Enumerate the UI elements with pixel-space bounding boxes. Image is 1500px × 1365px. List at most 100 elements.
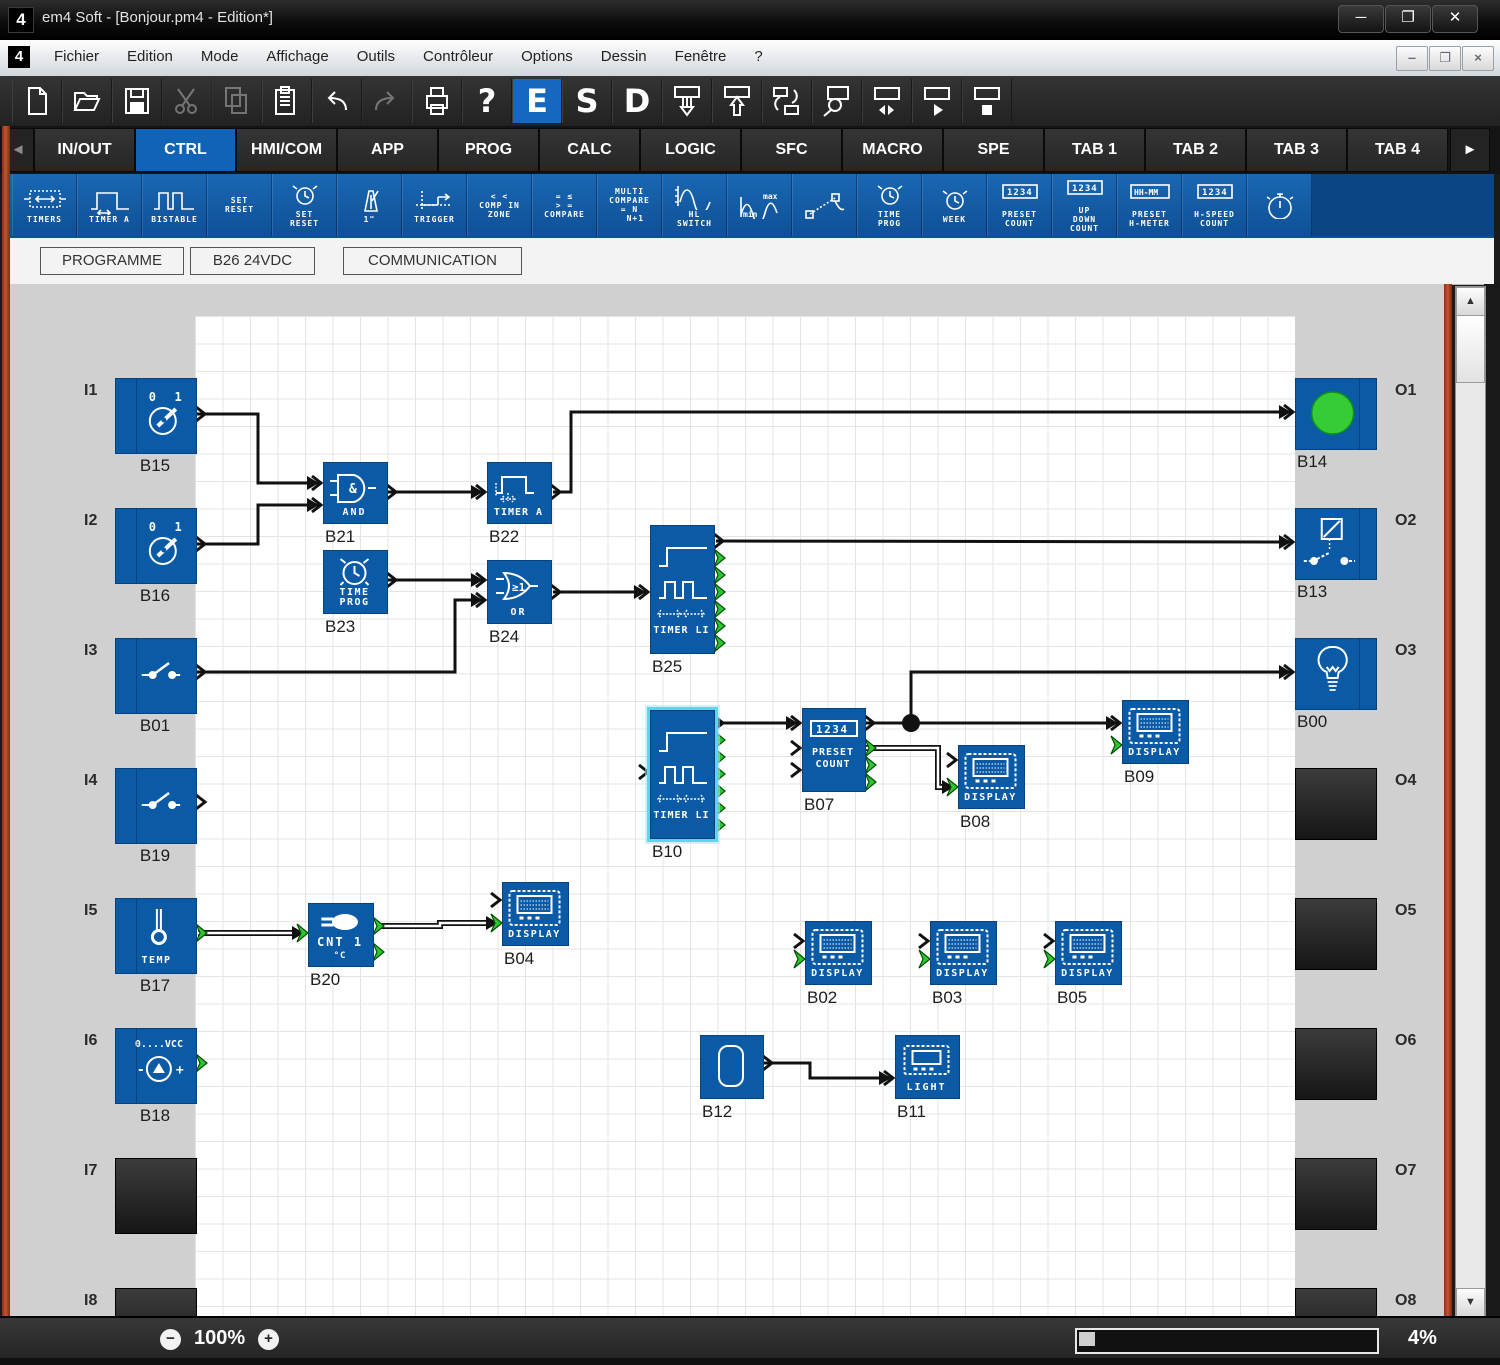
- palette-set-reset-timed[interactable]: SET RESET: [272, 174, 337, 236]
- mode-diagnostic-button[interactable]: D: [612, 79, 662, 123]
- tab-tab4[interactable]: TAB 4: [1347, 128, 1448, 172]
- tab-prog[interactable]: PROG: [438, 128, 539, 172]
- upload-from-controller-button[interactable]: [712, 79, 762, 123]
- block-b05[interactable]: DISPLAY: [1055, 921, 1122, 985]
- block-b13[interactable]: [1295, 508, 1377, 580]
- scroll-down-button[interactable]: ▼: [1456, 1288, 1485, 1317]
- mode-edition-button[interactable]: E: [512, 79, 562, 123]
- block-b25[interactable]: TIMER LI: [650, 525, 715, 654]
- block-b04[interactable]: DISPLAY: [502, 882, 569, 946]
- tab-tab3[interactable]: TAB 3: [1246, 128, 1347, 172]
- block-b20[interactable]: CNT 1 °C: [308, 903, 374, 967]
- new-file-button[interactable]: [12, 79, 62, 123]
- scroll-up-button[interactable]: ▲: [1456, 287, 1485, 316]
- subtab-b2624vdc[interactable]: B26 24VDC: [190, 247, 315, 275]
- paste-button[interactable]: [262, 79, 312, 123]
- palette-compare[interactable]: = ≤ > = COMPARE: [532, 174, 597, 236]
- monitoring-button[interactable]: [812, 79, 862, 123]
- tab-tab2[interactable]: TAB 2: [1145, 128, 1246, 172]
- menu-?[interactable]: ?: [740, 40, 776, 74]
- palette-comp-in-zone[interactable]: < < COMP IN ZONE: [467, 174, 532, 236]
- palette-h-speed-count[interactable]: 1234H-SPEED COUNT: [1182, 174, 1247, 236]
- menu-contrleur[interactable]: Contrôleur: [409, 40, 507, 74]
- tab-logic[interactable]: LOGIC: [640, 128, 741, 172]
- simulation-stop-button[interactable]: [962, 79, 1012, 123]
- tab-app[interactable]: APP: [337, 128, 438, 172]
- palette-hl-switch[interactable]: HL SWITCH: [662, 174, 727, 236]
- maximize-button[interactable]: ❐: [1385, 5, 1431, 33]
- tab-sfc[interactable]: SFC: [741, 128, 842, 172]
- block-b03[interactable]: DISPLAY: [930, 921, 997, 985]
- block-b11[interactable]: LIGHT: [895, 1035, 960, 1099]
- subtab-communication[interactable]: COMMUNICATION: [343, 247, 522, 275]
- block-b23[interactable]: TIME PROG: [323, 550, 388, 614]
- mdi-minimize-button[interactable]: ‒: [1396, 46, 1428, 71]
- undo-button[interactable]: [312, 79, 362, 123]
- zoom-out-button[interactable]: −: [160, 1329, 181, 1350]
- block-b17[interactable]: TEMP: [115, 898, 197, 974]
- menu-fentre[interactable]: Fenêtre: [661, 40, 741, 74]
- menu-outils[interactable]: Outils: [343, 40, 409, 74]
- tab-calc[interactable]: CALC: [539, 128, 640, 172]
- block-b18[interactable]: 0....VCC -+: [115, 1028, 197, 1104]
- block-b22[interactable]: TIMER A: [487, 462, 552, 524]
- block-b24[interactable]: ≥1 OR: [487, 560, 552, 624]
- tab-macro[interactable]: MACRO: [842, 128, 943, 172]
- block-b07[interactable]: 1234 PRESET COUNT: [802, 708, 866, 792]
- palette-timer-a[interactable]: TIMER A: [77, 174, 142, 236]
- menu-mode[interactable]: Mode: [187, 40, 253, 74]
- palette-linear-conversion[interactable]: [792, 174, 857, 236]
- save-file-button[interactable]: [112, 79, 162, 123]
- menu-fichier[interactable]: Fichier: [40, 40, 113, 74]
- palette-set-reset[interactable]: SET RESET: [207, 174, 272, 236]
- tab-scroll-right[interactable]: ►: [1450, 128, 1490, 172]
- palette-max-min[interactable]: maxmin: [727, 174, 792, 236]
- tab-tab1[interactable]: TAB 1: [1044, 128, 1145, 172]
- tab-hmicom[interactable]: HMI/COM: [236, 128, 337, 172]
- block-b01[interactable]: [115, 638, 197, 714]
- block-b10[interactable]: TIMER LI: [650, 710, 715, 839]
- tab-inout[interactable]: IN/OUT: [34, 128, 135, 172]
- block-b16[interactable]: 01: [115, 508, 197, 584]
- transfer-compare-button[interactable]: [762, 79, 812, 123]
- menu-edition[interactable]: Edition: [113, 40, 187, 74]
- palette-one-second-pulse[interactable]: 1": [337, 174, 402, 236]
- palette-trigger[interactable]: TRIGGER: [402, 174, 467, 236]
- block-b00[interactable]: [1295, 638, 1377, 710]
- scrollbar-thumb[interactable]: [1456, 315, 1485, 383]
- palette-preset-h-meter[interactable]: HH-MMPRESET H-METER: [1117, 174, 1182, 236]
- palette-preset-count[interactable]: 1234PRESET COUNT: [987, 174, 1052, 236]
- mode-supervision-button[interactable]: S: [562, 79, 612, 123]
- palette-multi-compare[interactable]: MULTI COMPARE = N N+1: [597, 174, 662, 236]
- zoom-in-button[interactable]: +: [258, 1329, 279, 1350]
- program-canvas[interactable]: 01 I1B1501 I2B16I3B01I4B19 TEMPI5B170...…: [10, 284, 1444, 1316]
- minimize-button[interactable]: ─: [1338, 5, 1384, 33]
- help-button[interactable]: ?: [462, 79, 512, 123]
- block-b21[interactable]: & AND: [323, 462, 388, 524]
- close-button[interactable]: ✕: [1432, 5, 1478, 33]
- block-b15[interactable]: 01: [115, 378, 197, 454]
- subtab-programme[interactable]: PROGRAMME: [40, 247, 184, 275]
- block-b19[interactable]: [115, 768, 197, 844]
- tab-ctrl[interactable]: CTRL: [135, 128, 236, 172]
- block-b02[interactable]: DISPLAY: [805, 921, 872, 985]
- palette-week[interactable]: WEEK: [922, 174, 987, 236]
- palette-up-down-count[interactable]: 1234UP DOWN COUNT: [1052, 174, 1117, 236]
- block-b14[interactable]: [1295, 378, 1377, 450]
- palette-time-prog[interactable]: TIME PROG: [857, 174, 922, 236]
- palette-stopwatch[interactable]: [1247, 174, 1312, 236]
- block-b08[interactable]: DISPLAY: [958, 745, 1025, 809]
- simulation-run-button[interactable]: [912, 79, 962, 123]
- palette-timers[interactable]: TIMERS: [12, 174, 77, 236]
- open-file-button[interactable]: [62, 79, 112, 123]
- palette-bistable[interactable]: BISTABLE: [142, 174, 207, 236]
- menu-dessin[interactable]: Dessin: [587, 40, 661, 74]
- menu-affichage[interactable]: Affichage: [252, 40, 342, 74]
- menu-options[interactable]: Options: [507, 40, 587, 74]
- mdi-restore-button[interactable]: ❐: [1429, 46, 1461, 71]
- block-b12[interactable]: [700, 1035, 764, 1099]
- vertical-scrollbar[interactable]: ▲ ▼: [1455, 286, 1486, 1318]
- print-button[interactable]: [412, 79, 462, 123]
- simulation-step-button[interactable]: [862, 79, 912, 123]
- block-b09[interactable]: DISPLAY: [1122, 700, 1189, 764]
